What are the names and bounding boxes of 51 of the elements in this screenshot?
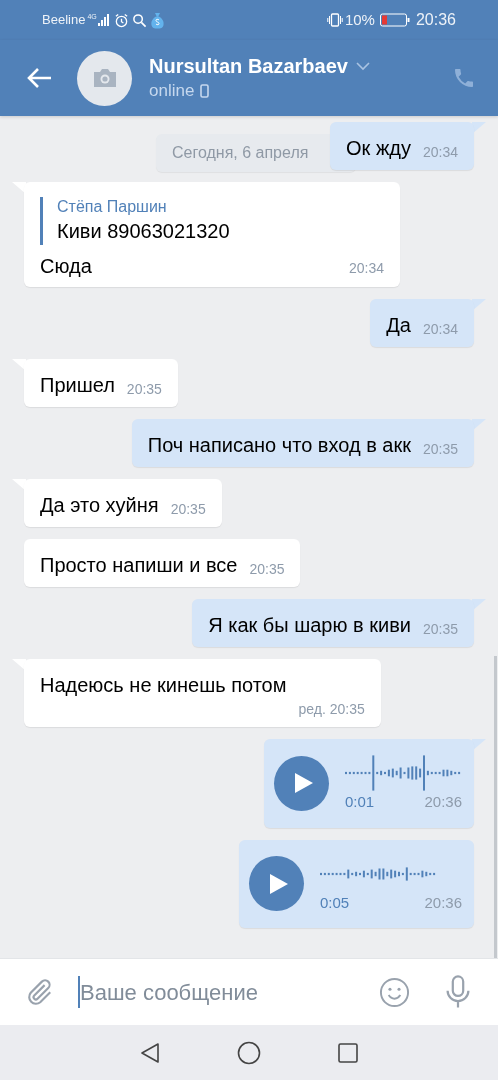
message-text: Пришел bbox=[40, 373, 115, 398]
message-time: 20:35 bbox=[422, 620, 458, 638]
reply-text: Киви 89063021320 bbox=[57, 219, 231, 244]
nav-back-icon[interactable] bbox=[139, 1041, 161, 1064]
message-text: Просто напиши и все bbox=[40, 553, 238, 578]
chevron-down-icon[interactable] bbox=[355, 61, 370, 71]
text-cursor bbox=[78, 976, 80, 1008]
message-text: Надеюсь не кинешь потом bbox=[40, 673, 287, 698]
reply-author: Стёпа Паршин bbox=[57, 197, 168, 217]
message-time: 20:35 bbox=[126, 380, 162, 398]
message-text: Да это хуйня bbox=[40, 493, 159, 518]
online-status: online bbox=[149, 80, 195, 102]
message-text: Сюда bbox=[40, 254, 92, 279]
message-time: 20:35 bbox=[422, 440, 458, 458]
signal-icon bbox=[97, 14, 110, 26]
voice-duration: 0:05 bbox=[320, 892, 350, 913]
back-arrow-icon bbox=[27, 67, 53, 89]
voice-duration: 0:01 bbox=[345, 792, 375, 812]
message-time: ред. 20:35 bbox=[298, 700, 365, 718]
nav-recents-icon[interactable] bbox=[337, 1041, 359, 1064]
message-text: Да bbox=[386, 313, 411, 338]
play-icon bbox=[269, 873, 288, 894]
phone-device-icon bbox=[200, 84, 210, 98]
battery-percent: 10% bbox=[344, 9, 375, 30]
battery-icon bbox=[379, 13, 410, 27]
play-button[interactable] bbox=[249, 856, 304, 912]
microphone-icon bbox=[445, 975, 471, 1009]
alarm-icon bbox=[113, 12, 129, 28]
message-time: 20:36 bbox=[424, 792, 462, 812]
contact-name[interactable]: Nursultan Bazarbaev bbox=[149, 53, 348, 79]
message-text: Поч написано что вход в акк bbox=[147, 433, 411, 458]
clock: 20:36 bbox=[415, 10, 456, 30]
search-icon bbox=[131, 12, 147, 28]
message-time: 20:34 bbox=[348, 259, 384, 278]
phone-icon bbox=[452, 66, 476, 90]
message-text: Я как бы шарю в киви bbox=[208, 613, 411, 638]
play-button[interactable] bbox=[274, 755, 329, 811]
nav-home-icon[interactable] bbox=[237, 1040, 261, 1065]
message-time: 20:34 bbox=[422, 320, 458, 338]
message-time: 20:35 bbox=[170, 500, 206, 518]
play-icon bbox=[294, 773, 313, 794]
carrier-name: Beeline bbox=[42, 11, 86, 30]
avatar[interactable] bbox=[77, 50, 132, 106]
vibrate-icon bbox=[326, 12, 343, 28]
smiley-icon bbox=[378, 976, 410, 1008]
scrollbar[interactable] bbox=[494, 656, 497, 958]
message-time: 20:36 bbox=[424, 892, 462, 913]
message-time: 20:34 bbox=[422, 143, 458, 161]
message-time: 20:35 bbox=[249, 560, 285, 578]
camera-icon bbox=[91, 68, 118, 88]
money-bag-icon bbox=[149, 11, 165, 29]
